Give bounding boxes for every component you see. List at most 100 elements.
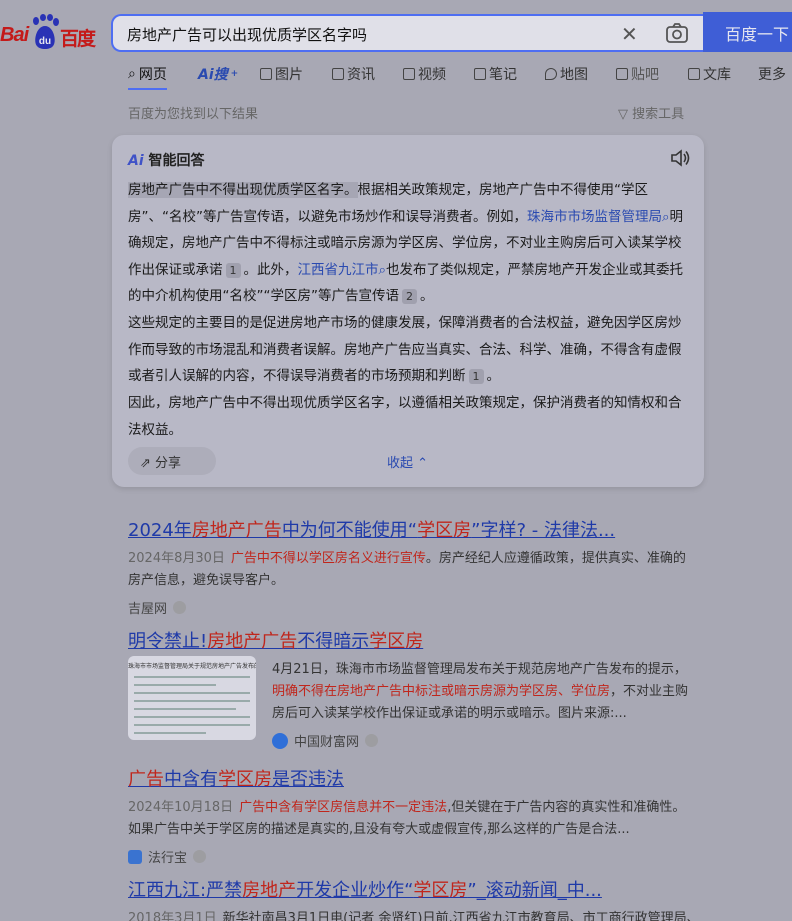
snippet-segment: 明确不得在房地产广告中标注或暗示房源为学区房、学位房: [272, 684, 611, 699]
tab-label: 地图: [560, 67, 588, 83]
answer-text: 。: [419, 288, 434, 304]
tab-wenku[interactable]: 文库: [688, 64, 731, 84]
search-result-1: 2024年房地产广告中为何不能使用“学区房”字样? - 法律法... 2024年…: [128, 516, 688, 617]
title-segment: 学区房: [413, 880, 468, 901]
result-title-link[interactable]: 江西九江:严禁房地产开发企业炒作“学区房”_滚动新闻_中...: [128, 876, 708, 902]
citation-badge[interactable]: 1: [225, 262, 241, 278]
search-input[interactable]: 房地产广告可以出现优质学区名字吗: [127, 24, 367, 45]
source-logo-icon: [128, 849, 142, 864]
tab-label: 贴吧: [631, 67, 659, 83]
paw-logo-icon: du: [33, 14, 59, 49]
news-icon: [332, 68, 344, 80]
title-segment: ”字样? - 法律法...: [471, 520, 616, 541]
result-title-link[interactable]: 2024年房地产广告中为何不能使用“学区房”字样? - 法律法...: [128, 516, 688, 542]
ai-p2-text: 这些规定的主要目的是促进房地产市场的健康发展，保障消费者的合法权益，避免因学区房…: [128, 315, 682, 384]
tab-web[interactable]: ⌕ 网页: [128, 64, 167, 90]
logo-bai-text: Bai: [0, 24, 29, 46]
title-segment: ”_滚动新闻_中...: [467, 880, 602, 901]
tab-label: 资讯: [347, 67, 375, 83]
tab-news[interactable]: 资讯: [332, 64, 375, 84]
tab-map[interactable]: 地图: [545, 64, 588, 84]
camera-icon[interactable]: [665, 22, 689, 44]
logo-cn-text: 百度: [60, 28, 96, 50]
search-result-2: 明令禁止!房地产广告不得暗示学区房 珠海市市场监督管理局关于规范房地产广告发布的…: [128, 627, 688, 750]
tab-video[interactable]: 视频: [403, 64, 446, 84]
snippet-segment: 广告中含有学区房信息并不一定违法: [239, 800, 448, 815]
search-button[interactable]: 百度一下: [703, 12, 792, 52]
collapse-button[interactable]: 收起 ⌃: [387, 452, 428, 471]
title-segment: 学区房: [417, 520, 472, 541]
close-icon[interactable]: ✕: [621, 22, 638, 46]
result-source[interactable]: 法行宝: [128, 847, 688, 866]
more-icon[interactable]: [193, 850, 207, 863]
result-thumbnail[interactable]: 珠海市市场监督管理局关于规范房地产广告发布的提示: [128, 656, 256, 740]
entity-link[interactable]: 江西省九江市⌕: [298, 262, 387, 278]
result-date: 2024年8月30日: [128, 551, 225, 566]
tab-label: 笔记: [489, 67, 517, 83]
share-icon: ⇗: [140, 456, 156, 471]
more-icon[interactable]: [173, 601, 187, 614]
share-button[interactable]: ⇗ 分享: [128, 447, 216, 475]
snippet-segment: 广告中不得以学区房名义进行宣传: [230, 551, 426, 566]
ai-p2-end: 。: [486, 368, 501, 384]
result-source[interactable]: 中国财富网: [272, 731, 690, 750]
tab-notes[interactable]: 笔记: [474, 64, 517, 84]
snippet-segment: 新华社南昌3月1日电(记者 余贤红)日前,江西省九江市教育局、市工商行政管理局、: [222, 911, 700, 921]
ai-icon: Ai: [128, 153, 144, 169]
tab-images[interactable]: 图片: [260, 64, 303, 84]
map-icon: [545, 68, 557, 80]
share-label: 分享: [155, 456, 182, 471]
snippet-segment: ，珠海市市场监督管理局发布关于规范房地产广告发布的提示，: [322, 662, 687, 677]
title-segment: 明令禁止!: [128, 631, 208, 652]
entity-link[interactable]: 珠海市市场监督管理局⌕: [527, 209, 670, 225]
citation-badge[interactable]: 2: [401, 289, 417, 304]
baidu-logo[interactable]: Bai du 百度: [0, 14, 100, 54]
source-name: 吉屋网: [128, 602, 168, 617]
tab-ai-search[interactable]: Ai搜 +: [198, 64, 238, 84]
citation-badge[interactable]: 1: [468, 369, 484, 384]
source-name: 中国财富网: [294, 735, 360, 750]
tab-tieba[interactable]: 贴吧: [616, 64, 659, 84]
title-segment: 不得暗示: [297, 631, 370, 652]
more-icon[interactable]: [365, 734, 379, 747]
result-title-link[interactable]: 广告中含有学区房是否违法: [128, 765, 688, 791]
ai-answer-paragraph-2: 这些规定的主要目的是促进房地产市场的健康发展，保障消费者的合法权益，避免因学区房…: [128, 310, 694, 390]
search-box[interactable]: 房地产广告可以出现优质学区名字吗 ✕: [111, 14, 711, 52]
answer-text: 房地产广告中不得出现优质学区名字。: [128, 182, 358, 198]
result-source[interactable]: 吉屋网: [128, 598, 688, 617]
title-segment: 学区房: [369, 631, 424, 652]
search-icon: ⌕: [128, 66, 136, 82]
ai-answer-card: Ai 智能回答 房地产广告中不得出现优质学区名字。根据相关政策规定，房地产广告中…: [112, 135, 704, 487]
result-count-text: 百度为您找到以下结果: [128, 107, 259, 122]
title-segment: 学区房: [218, 769, 272, 790]
chevron-up-icon: ⌃: [417, 456, 429, 471]
tab-label: Ai搜: [198, 67, 228, 83]
result-title-link[interactable]: 明令禁止!房地产广告不得暗示学区房: [128, 627, 688, 653]
source-name: 法行宝: [148, 851, 188, 866]
result-snippet: 2024年10月18日 广告中含有学区房信息并不一定违法,但关键在于广告内容的真实…: [128, 797, 688, 841]
tab-label: 视频: [418, 67, 446, 83]
title-segment: 2024年: [128, 520, 192, 541]
title-segment: 中为何不能使用“: [281, 520, 418, 541]
ai-answer-paragraph-3: 因此，房地产广告中不得出现优质学区名字，以遵循相关政策规定，保护消费者的知情权和…: [128, 395, 682, 438]
answer-text: 。此外，: [243, 261, 298, 278]
search-tools-button[interactable]: ▽ 搜索工具: [618, 103, 684, 122]
tab-label: 更多: [758, 67, 786, 83]
tab-more[interactable]: 更多: [758, 64, 786, 84]
result-date: 2018年3月1日: [128, 911, 217, 921]
speaker-icon[interactable]: [670, 149, 690, 167]
thumbnail-caption: 珠海市市场监督管理局关于规范房地产广告发布的提示: [128, 663, 256, 670]
tab-label: 图片: [275, 67, 303, 83]
title-segment: 江西九江:严禁: [128, 880, 243, 901]
search-result-4: 江西九江:严禁房地产开发企业炒作“学区房”_滚动新闻_中... 2018年3月1…: [128, 876, 708, 921]
source-logo-icon: [272, 732, 288, 749]
result-date: 2024年10月18日: [128, 800, 234, 815]
title-segment: 房地产: [242, 880, 297, 901]
note-icon: [474, 68, 486, 80]
title-segment: 开发企业炒作“: [296, 880, 414, 901]
filter-icon: ▽: [618, 107, 633, 122]
ai-title-text: 智能回答: [148, 153, 205, 169]
title-segment: 房地产广告: [191, 520, 282, 541]
title-segment: 是否违法: [272, 769, 344, 790]
result-snippet: 2024年8月30日 广告中不得以学区房名义进行宣传。房产经纪人应遵循政策，提供真…: [128, 548, 688, 592]
